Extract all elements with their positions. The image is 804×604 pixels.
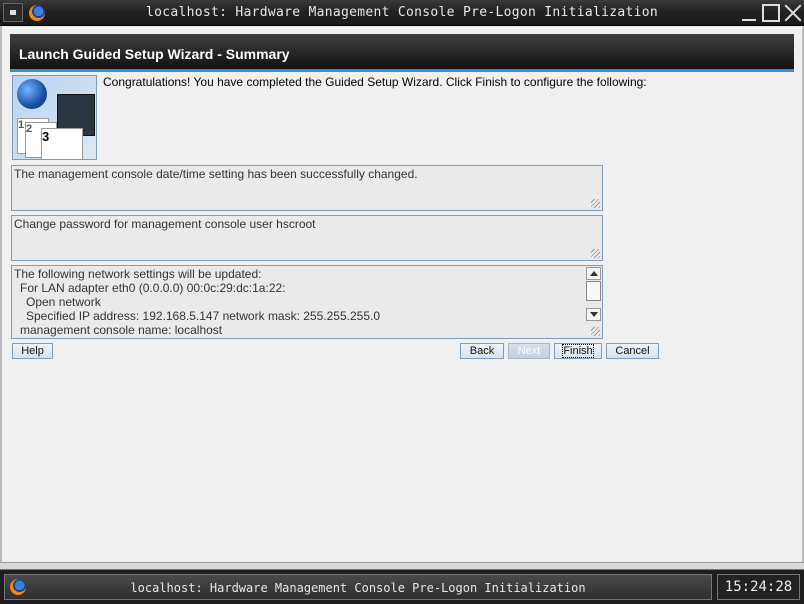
close-button[interactable] bbox=[784, 4, 802, 22]
intro-text: Congratulations! You have completed the … bbox=[103, 75, 647, 89]
next-button[interactable]: Next bbox=[508, 343, 550, 359]
taskbar-window-title: localhost: Hardware Management Console P… bbox=[130, 581, 586, 595]
scroll-up-arrow-icon[interactable] bbox=[586, 267, 601, 280]
cancel-button[interactable]: Cancel bbox=[606, 343, 659, 359]
minimize-button[interactable] bbox=[740, 4, 758, 22]
datetime-summary-field[interactable]: The management console date/time setting… bbox=[11, 165, 603, 211]
finish-button[interactable]: Finish bbox=[554, 343, 602, 359]
window-bottom-border[interactable] bbox=[0, 562, 804, 570]
window-title: localhost: Hardware Management Console P… bbox=[146, 5, 658, 20]
taskbar: localhost: Hardware Management Console P… bbox=[0, 570, 804, 604]
password-summary-text: Change password for management console u… bbox=[14, 217, 316, 231]
wizard-image: 1 2 3 bbox=[12, 75, 97, 160]
scrollbar-thumb[interactable] bbox=[586, 281, 601, 301]
scroll-down-arrow-icon[interactable] bbox=[586, 308, 601, 321]
globe-icon bbox=[17, 79, 47, 109]
wizard-header: Launch Guided Setup Wizard - Summary bbox=[10, 34, 794, 72]
network-line: Specified IP address: 192.168.5.147 netw… bbox=[26, 309, 381, 323]
network-line: management console name: localhost bbox=[20, 323, 223, 337]
help-button[interactable]: Help bbox=[12, 343, 53, 359]
network-summary-field[interactable]: The following network settings will be u… bbox=[11, 265, 603, 339]
window-titlebar[interactable]: localhost: Hardware Management Console P… bbox=[0, 0, 804, 26]
taskbar-window-button[interactable]: localhost: Hardware Management Console P… bbox=[4, 574, 712, 600]
network-line: The following network settings will be u… bbox=[14, 267, 262, 281]
vertical-scrollbar[interactable] bbox=[586, 267, 601, 321]
network-line: For LAN adapter eth0 (0.0.0.0) 00:0c:29:… bbox=[20, 281, 286, 295]
password-summary-field[interactable]: Change password for management console u… bbox=[11, 215, 603, 261]
resize-grip-icon[interactable] bbox=[591, 199, 600, 208]
clock: 15:24:28 bbox=[717, 574, 800, 600]
wizard-title: Launch Guided Setup Wizard - Summary bbox=[19, 46, 290, 62]
datetime-summary-text: The management console date/time setting… bbox=[14, 167, 418, 181]
network-line: Open network bbox=[26, 295, 101, 309]
resize-grip-icon[interactable] bbox=[591, 249, 600, 258]
step-3-page: 3 bbox=[41, 128, 83, 159]
back-button[interactable]: Back bbox=[460, 343, 504, 359]
maximize-button[interactable] bbox=[762, 4, 780, 22]
resize-grip-icon[interactable] bbox=[591, 327, 600, 336]
steps-icon: 1 2 3 bbox=[17, 118, 83, 159]
